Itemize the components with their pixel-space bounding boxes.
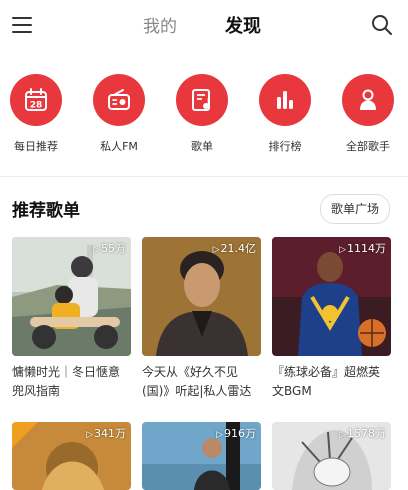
play-icon: ▷ [339, 245, 346, 255]
play-count: ▷21.4亿 [212, 242, 256, 255]
calendar-day: 28 [30, 101, 43, 111]
quick-label-charts: 排行榜 [268, 140, 302, 153]
quick-daily-recommend[interactable]: 28 每日推荐 [1, 74, 71, 164]
quick-label-daily: 每日推荐 [14, 140, 58, 153]
play-count: ▷55万 [93, 242, 126, 255]
section-title: 推荐歌单 [12, 201, 80, 221]
tab-mine[interactable]: 我的 [143, 12, 177, 37]
quick-label-playlist: 歌单 [191, 140, 213, 153]
section-divider [0, 176, 408, 177]
quick-action-row: 28 每日推荐 私人FM 歌单 排行榜 全部歌手 [0, 74, 408, 164]
playlist-cover-image: ▷916万 [142, 422, 261, 490]
play-icon: ▷ [212, 245, 220, 255]
playlist-square-button[interactable]: 歌单广场 [319, 194, 390, 224]
chart-bars-icon [259, 74, 311, 126]
quick-private-fm[interactable]: 私人FM [84, 74, 154, 164]
playlist-cover-image: ▷21.4亿 [142, 237, 261, 356]
playlist-title: 『练球必备』超燃英文BGM [272, 365, 381, 398]
playlist-cover-image: ▷55万 [12, 237, 131, 356]
singer-icon [342, 74, 394, 126]
play-icon: ▷ [93, 245, 100, 255]
search-icon[interactable] [370, 13, 394, 37]
playlist-cover-image: ▷1114万 [272, 237, 391, 356]
quick-label-singers: 全部歌手 [346, 140, 390, 153]
menu-icon[interactable] [10, 14, 34, 36]
play-icon: ▷ [339, 430, 346, 440]
play-count: ▷916万 [216, 427, 256, 440]
play-count: ▷1114万 [339, 242, 386, 255]
play-icon: ▷ [86, 430, 93, 440]
calendar-icon: 28 [10, 74, 62, 126]
quick-charts[interactable]: 排行榜 [250, 74, 320, 164]
playlist-cover-image: ▷1578万 [272, 422, 391, 490]
quick-playlist[interactable]: 歌单 [167, 74, 237, 164]
playlist-icon [176, 74, 228, 126]
play-count: ▷1578万 [339, 427, 386, 440]
tab-discover[interactable]: 发现 [225, 12, 261, 38]
quick-all-singers[interactable]: 全部歌手 [333, 74, 403, 164]
quick-label-fm: 私人FM [100, 140, 138, 153]
playlist-cover-image: ▷341万 [12, 422, 131, 490]
play-count: ▷341万 [86, 427, 126, 440]
play-icon: ▷ [216, 430, 223, 440]
playlist-title: 慵懒时光｜冬日惬意兜风指南 [12, 365, 121, 398]
top-bar: 我的 发现 [0, 0, 408, 50]
playlist-title: 今天从《好久不见(国)》听起|私人雷达 [142, 365, 252, 398]
radio-icon [93, 74, 145, 126]
